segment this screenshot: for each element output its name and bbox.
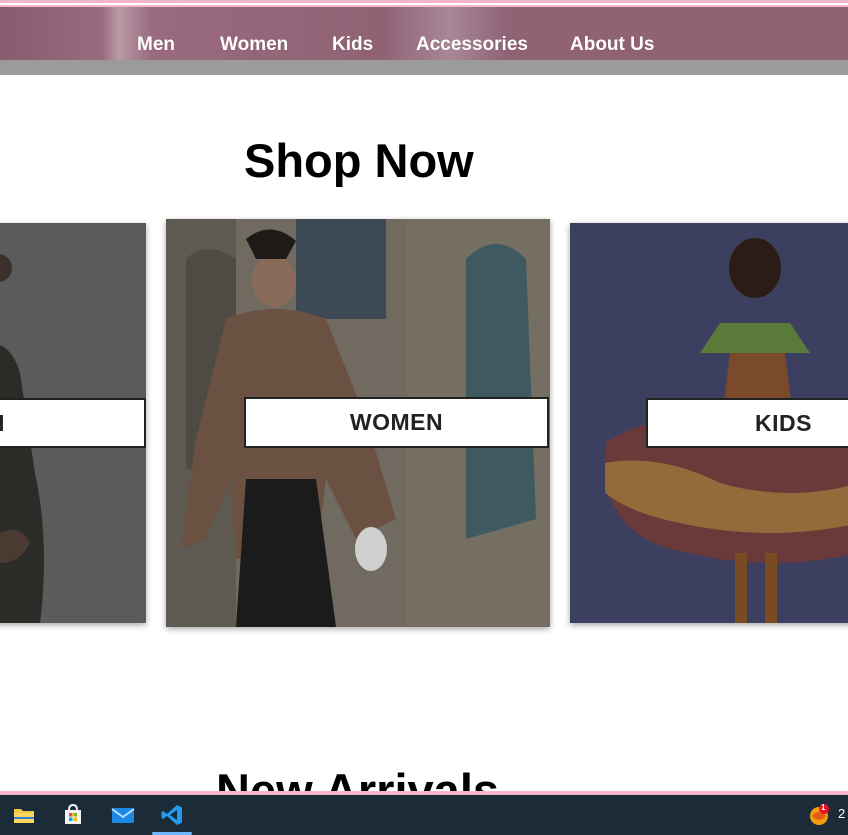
clock-partial: 2 <box>838 806 846 821</box>
category-card-kids[interactable]: KIDS <box>570 223 848 623</box>
shop-now-heading: Shop Now <box>244 134 474 187</box>
folder-icon[interactable] <box>12 803 36 827</box>
nav-link-accessories[interactable]: Accessories <box>416 34 528 56</box>
notification-app-icon[interactable]: 1 <box>808 803 830 826</box>
card-label-kids[interactable]: KIDS <box>646 398 848 448</box>
category-card-men[interactable]: EN <box>0 223 146 623</box>
windows-taskbar: 1 2 <box>0 795 848 835</box>
main-nav: Men Women Kids Accessories About Us <box>0 34 848 60</box>
notification-badge: 1 <box>821 803 826 812</box>
mail-icon[interactable] <box>111 803 135 827</box>
card-label-women[interactable]: WOMEN <box>244 397 549 448</box>
nav-link-about-us[interactable]: About Us <box>570 34 654 56</box>
site-header: Men Women Kids Accessories About Us <box>0 7 848 75</box>
nav-link-men[interactable]: Men <box>137 34 175 56</box>
vscode-icon[interactable] <box>160 803 184 827</box>
nav-link-kids[interactable]: Kids <box>332 34 373 56</box>
nav-link-women[interactable]: Women <box>220 34 288 56</box>
store-icon[interactable] <box>61 803 85 827</box>
category-card-women[interactable]: WOMEN <box>166 219 550 627</box>
window-top-edge <box>0 0 848 7</box>
card-label-men[interactable]: EN <box>0 398 146 448</box>
